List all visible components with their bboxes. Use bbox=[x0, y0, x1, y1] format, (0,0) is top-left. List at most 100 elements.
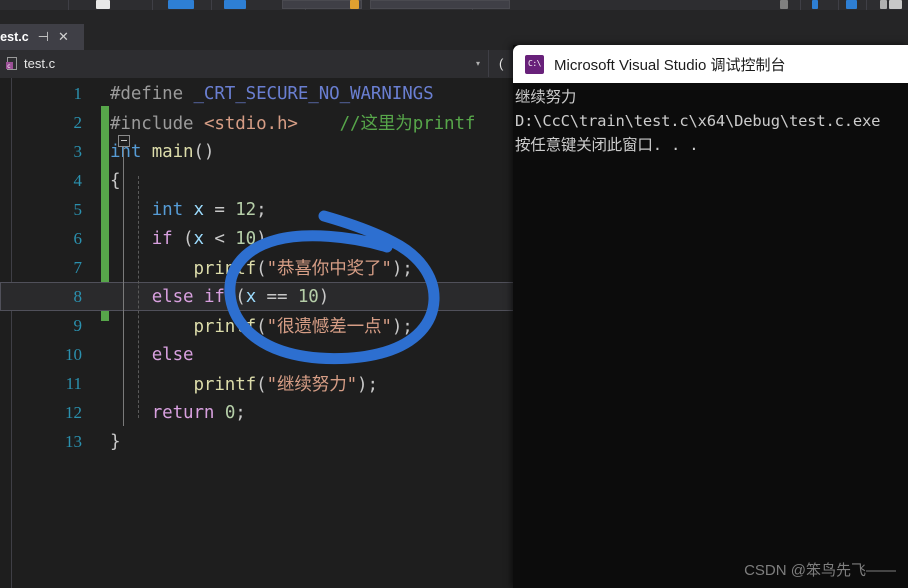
code-token: { bbox=[110, 170, 121, 191]
toolbar-icon[interactable] bbox=[780, 0, 788, 9]
console-app-icon: C:\ bbox=[525, 54, 544, 74]
console-titlebar[interactable]: C:\ Microsoft Visual Studio 调试控制台 bbox=[513, 45, 908, 83]
line-number: 3 bbox=[73, 141, 83, 161]
code-line-text[interactable]: printf("恭喜你中奖了"); bbox=[88, 255, 413, 280]
code-token: 0 bbox=[224, 402, 236, 423]
code-token: ); bbox=[391, 317, 413, 337]
code-token: ) bbox=[256, 228, 267, 249]
code-line-text[interactable]: { bbox=[88, 170, 121, 191]
toolbar-combobox[interactable] bbox=[370, 0, 510, 9]
code-line-text[interactable]: #define _CRT_SECURE_NO_WARNINGS bbox=[88, 84, 434, 104]
line-number: 8 bbox=[73, 286, 83, 306]
code-line-text[interactable]: printf("继续努力"); bbox=[88, 371, 379, 396]
toolbar-icon[interactable] bbox=[224, 0, 246, 9]
code-line-text[interactable]: if (x < 10) bbox=[88, 229, 267, 249]
code-token: ( bbox=[224, 286, 246, 307]
code-token: else bbox=[151, 344, 194, 365]
code-line-text[interactable]: int main() bbox=[88, 142, 214, 162]
code-token: if bbox=[151, 228, 173, 249]
code-token: _CRT_SECURE_NO_WARNINGS bbox=[193, 83, 434, 104]
code-token: <stdio.h> bbox=[203, 114, 298, 134]
toolbar-separator bbox=[800, 0, 801, 10]
console-output-line: 继续努力 bbox=[515, 88, 577, 106]
outlining-guide-line bbox=[123, 147, 124, 426]
code-line-text[interactable]: #include <stdio.h> //这里为printf bbox=[88, 110, 475, 135]
console-title-label: Microsoft Visual Studio 调试控制台 bbox=[554, 56, 786, 74]
code-token: ; bbox=[235, 402, 246, 423]
code-token: //这里为printf bbox=[339, 114, 476, 134]
code-token: #define bbox=[110, 83, 194, 104]
toolbar-icon[interactable] bbox=[96, 0, 110, 9]
code-line-text[interactable]: else bbox=[88, 345, 194, 365]
code-token: ) bbox=[318, 286, 330, 307]
code-token: 10 bbox=[297, 286, 319, 307]
toolbar-icon[interactable] bbox=[168, 0, 194, 9]
code-token: printf bbox=[193, 375, 257, 395]
chevron-down-icon[interactable]: ▾ bbox=[476, 59, 480, 68]
code-token: "很遗憾差一点" bbox=[266, 317, 392, 337]
code-line-text[interactable]: printf("很遗憾差一点"); bbox=[88, 313, 413, 338]
c-file-icon: c bbox=[6, 57, 19, 70]
code-line-text[interactable]: } bbox=[88, 431, 121, 452]
toolbar-icon[interactable] bbox=[880, 0, 887, 9]
code-token: x bbox=[193, 228, 205, 249]
code-token: } bbox=[110, 431, 121, 452]
svg-text:c: c bbox=[7, 63, 11, 70]
line-number: 7 bbox=[73, 257, 83, 277]
code-line-text[interactable]: else if (x == 10) bbox=[88, 286, 330, 307]
code-token: #include bbox=[110, 114, 204, 134]
code-token: printf bbox=[193, 259, 257, 279]
pin-icon[interactable]: ⊣ bbox=[38, 31, 49, 44]
code-token: 12 bbox=[235, 199, 257, 220]
line-number: 1 bbox=[73, 83, 83, 103]
csdn-watermark: CSDN @笨鸟先飞—— bbox=[744, 562, 896, 579]
code-token: ( bbox=[256, 375, 267, 395]
code-line-text[interactable]: return 0; bbox=[88, 403, 246, 423]
breadcrumb-file-dropdown[interactable]: c test.c ▾ bbox=[0, 50, 489, 77]
console-icon-text: C:\ bbox=[528, 59, 541, 68]
toolbar-separator bbox=[152, 0, 153, 10]
tab-test-c[interactable]: test.c ⊣ ✕ bbox=[0, 24, 84, 50]
code-token: ; bbox=[256, 199, 267, 220]
toolbar-icon[interactable] bbox=[846, 0, 857, 9]
code-token: "继续努力" bbox=[266, 375, 358, 395]
code-token: "恭喜你中奖了" bbox=[266, 259, 392, 279]
line-number: 12 bbox=[65, 402, 82, 422]
toolbar-strip[interactable] bbox=[0, 0, 908, 10]
code-line-text[interactable]: int x = 12; bbox=[88, 200, 267, 220]
debug-console-window[interactable]: C:\ Microsoft Visual Studio 调试控制台 继续努力 D:… bbox=[513, 45, 908, 588]
code-token: = bbox=[203, 199, 236, 220]
toolbar-icon[interactable] bbox=[889, 0, 902, 9]
line-number: 5 bbox=[73, 199, 83, 219]
toolbar-icon[interactable] bbox=[350, 0, 359, 9]
code-token: printf bbox=[193, 317, 257, 337]
line-number: 4 bbox=[73, 170, 83, 190]
line-number: 13 bbox=[65, 431, 82, 451]
code-token: ( bbox=[172, 228, 194, 249]
breadcrumb-file-label: test.c bbox=[24, 56, 56, 71]
line-number: 2 bbox=[73, 112, 83, 132]
toolbar-separator bbox=[866, 0, 867, 10]
code-token: x bbox=[245, 286, 257, 307]
code-line-row[interactable]: 8 else if (x == 10) bbox=[0, 282, 519, 311]
console-output-area[interactable]: 继续努力 D:\CcC\train\test.c\x64\Debug\test.c… bbox=[513, 83, 908, 588]
toolbar-separator bbox=[68, 0, 69, 10]
line-number: 9 bbox=[73, 315, 83, 335]
toolbar-separator bbox=[838, 0, 839, 10]
code-token: x bbox=[193, 199, 205, 220]
visual-studio-window: test.c ⊣ ✕ c test.c ▾ ( 1#define _CRT_SE… bbox=[0, 0, 908, 588]
indent-guide-line bbox=[138, 176, 139, 418]
toolbar-icon[interactable] bbox=[812, 0, 818, 9]
toolbar-separator bbox=[211, 0, 212, 10]
code-token: ( bbox=[256, 317, 267, 337]
close-icon[interactable]: ✕ bbox=[58, 31, 69, 44]
outlining-collapse-icon[interactable] bbox=[118, 135, 130, 147]
